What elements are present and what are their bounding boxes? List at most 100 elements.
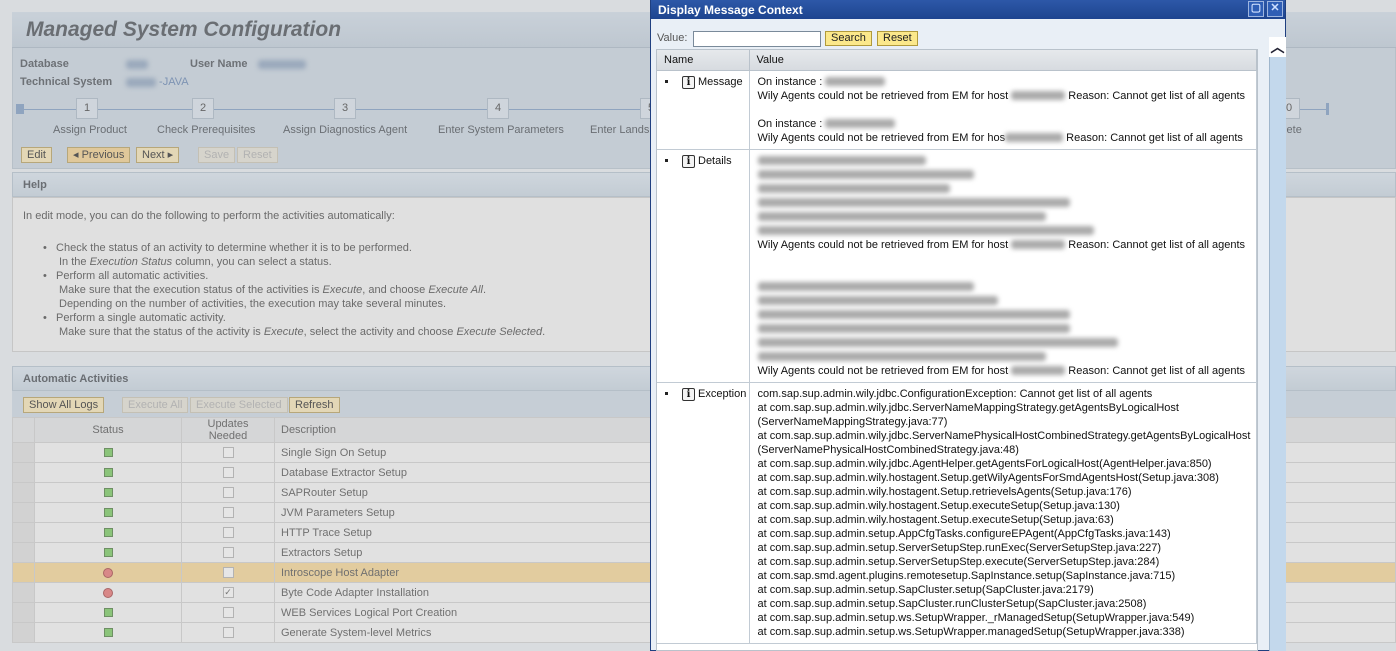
exception-line: at com.sap.sup.admin.setup.AppCfgTasks.c… [757, 527, 1171, 540]
database-value [126, 58, 148, 70]
execute-all-button[interactable]: Execute All [122, 397, 189, 413]
value-label: Value: [657, 32, 688, 44]
exception-line: at com.sap.sup.admin.wily.hostagent.Setu… [757, 513, 1114, 526]
row-message: i Message On instance : Wily Agents could… [657, 70, 1257, 150]
show-all-logs-button[interactable]: Show All Logs [23, 397, 105, 413]
updates-needed-checkbox[interactable] [222, 547, 234, 559]
roadmap-step-1[interactable]: 1 [76, 98, 98, 119]
row-details: i Details Wily Agents could not be retrie… [657, 149, 1257, 383]
updates-needed-checkbox[interactable] [222, 487, 234, 499]
updates-needed-checkbox[interactable] [222, 527, 234, 539]
exception-line: at com.sap.sup.admin.wily.hostagent.Setu… [757, 471, 1219, 484]
updates-needed-checkbox[interactable] [222, 607, 234, 619]
refresh-button[interactable]: Refresh [289, 397, 340, 413]
exception-line: com.sap.sup.admin.wily.jdbc.Configuratio… [757, 387, 1153, 400]
info-icon: i [682, 154, 695, 168]
redacted-text [757, 184, 950, 194]
exception-line: (ServerNameMappingStrategy.java:77) [757, 415, 948, 428]
exception-line: at com.sap.sup.admin.wily.jdbc.AgentHelp… [757, 457, 1212, 470]
row-selector[interactable] [12, 582, 35, 603]
updates-needed-checkbox[interactable] [222, 447, 234, 459]
exception-line: at com.sap.sup.admin.wily.hostagent.Setu… [757, 485, 1132, 498]
scroll-up-icon[interactable]: ︿ [1269, 37, 1286, 57]
roadmap-step-label: Enter Lands [590, 124, 650, 136]
redacted-text [757, 324, 1070, 334]
roadmap-step-4[interactable]: 4 [487, 98, 509, 119]
redacted-text [757, 156, 926, 166]
maximize-icon[interactable]: ▢ [1248, 1, 1264, 17]
close-icon[interactable]: ✕ [1267, 1, 1283, 17]
redacted-text [757, 310, 1070, 320]
row-selector[interactable] [12, 442, 35, 463]
status-ok-icon [103, 628, 113, 638]
roadmap-start-icon [16, 104, 24, 114]
user-name-label: User Name [190, 58, 248, 70]
roadmap-step-3[interactable]: 3 [334, 98, 356, 119]
col-status[interactable]: Status [34, 417, 182, 443]
dialog-reset-button[interactable]: Reset [877, 31, 918, 46]
status-ok-icon [103, 488, 113, 498]
vertical-scrollbar[interactable] [1269, 57, 1286, 651]
technical-system-label: Technical System [20, 76, 113, 88]
value-input[interactable] [693, 31, 821, 47]
row-selector[interactable] [12, 542, 35, 563]
exception-line: at com.sap.smd.agent.plugins.remotesetup… [757, 569, 1176, 582]
status-ok-icon [103, 468, 113, 478]
exception-line: at com.sap.sup.admin.setup.SapCluster.se… [757, 583, 1094, 596]
row-selector[interactable] [12, 502, 35, 523]
roadmap-step-label: Assign Product [53, 124, 127, 136]
roadmap-step-2[interactable]: 2 [192, 98, 214, 119]
exception-line: at com.sap.sup.admin.wily.jdbc.ServerNam… [757, 401, 1179, 414]
technical-system-value: -JAVA [126, 76, 189, 88]
info-icon: i [682, 75, 695, 89]
search-button[interactable]: Search [825, 31, 872, 46]
status-error-icon [103, 567, 113, 578]
redacted-text [757, 170, 974, 180]
roadmap-end-icon [1326, 103, 1329, 115]
status-ok-icon [103, 528, 113, 538]
redacted-text [757, 226, 1094, 236]
row-selector[interactable] [12, 522, 35, 543]
next-button[interactable]: Next ▸ [136, 147, 180, 163]
status-ok-icon [103, 548, 113, 558]
row-selector[interactable] [12, 562, 35, 583]
redacted-text [757, 212, 1046, 222]
redacted-text [757, 338, 1118, 348]
updates-needed-checkbox[interactable] [222, 507, 234, 519]
updates-needed-checkbox[interactable] [222, 567, 234, 579]
roadmap-step-label: Check Prerequisites [157, 124, 256, 136]
dialog-title: Display Message Context [658, 3, 803, 17]
row-selector[interactable] [12, 482, 35, 503]
exception-line: at com.sap.sup.admin.setup.SapCluster.ru… [757, 597, 1147, 610]
status-error-icon [103, 587, 113, 598]
message-context-grid: Name Value i Message On instance : Wily Ag… [656, 49, 1258, 651]
roadmap-step-label: Assign Diagnostics Agent [283, 124, 408, 136]
redacted-text [757, 352, 1046, 362]
database-label: Database [20, 58, 69, 70]
col-name[interactable]: Name [657, 50, 750, 71]
row-exception: i Exception com.sap.sup.admin.wily.jdbc.C… [657, 382, 1257, 644]
exception-line: (ServerNamePhysicalHostCombinedStrategy.… [757, 443, 1019, 456]
previous-button[interactable]: ◂ Previous [67, 147, 131, 163]
col-value[interactable]: Value [749, 50, 1257, 71]
updates-needed-checkbox[interactable] [222, 627, 234, 639]
exception-line: at com.sap.sup.admin.wily.jdbc.ServerNam… [757, 429, 1251, 442]
page-title: Managed System Configuration [26, 18, 342, 41]
roadmap-step-label: Enter System Parameters [438, 124, 564, 136]
reset-button[interactable]: Reset [237, 147, 278, 163]
updates-needed-checkbox[interactable] [222, 467, 234, 479]
exception-line: at com.sap.sup.admin.wily.hostagent.Setu… [757, 499, 1120, 512]
row-selector[interactable] [12, 462, 35, 483]
exception-line: at com.sap.sup.admin.setup.ws.SetupWrapp… [757, 611, 1195, 624]
row-selector[interactable] [12, 602, 35, 623]
edit-button[interactable]: Edit [21, 147, 52, 163]
redacted-text [757, 198, 1070, 208]
user-name-value [258, 58, 306, 70]
save-button[interactable]: Save [198, 147, 236, 163]
exception-line: at com.sap.sup.admin.setup.ServerSetupSt… [757, 555, 1160, 568]
row-selector[interactable] [12, 622, 35, 643]
execute-selected-button[interactable]: Execute Selected [190, 397, 288, 413]
updates-needed-checkbox[interactable]: ✓ [222, 587, 234, 599]
col-updates-needed[interactable]: Updates Needed [181, 417, 275, 443]
status-ok-icon [103, 608, 113, 618]
